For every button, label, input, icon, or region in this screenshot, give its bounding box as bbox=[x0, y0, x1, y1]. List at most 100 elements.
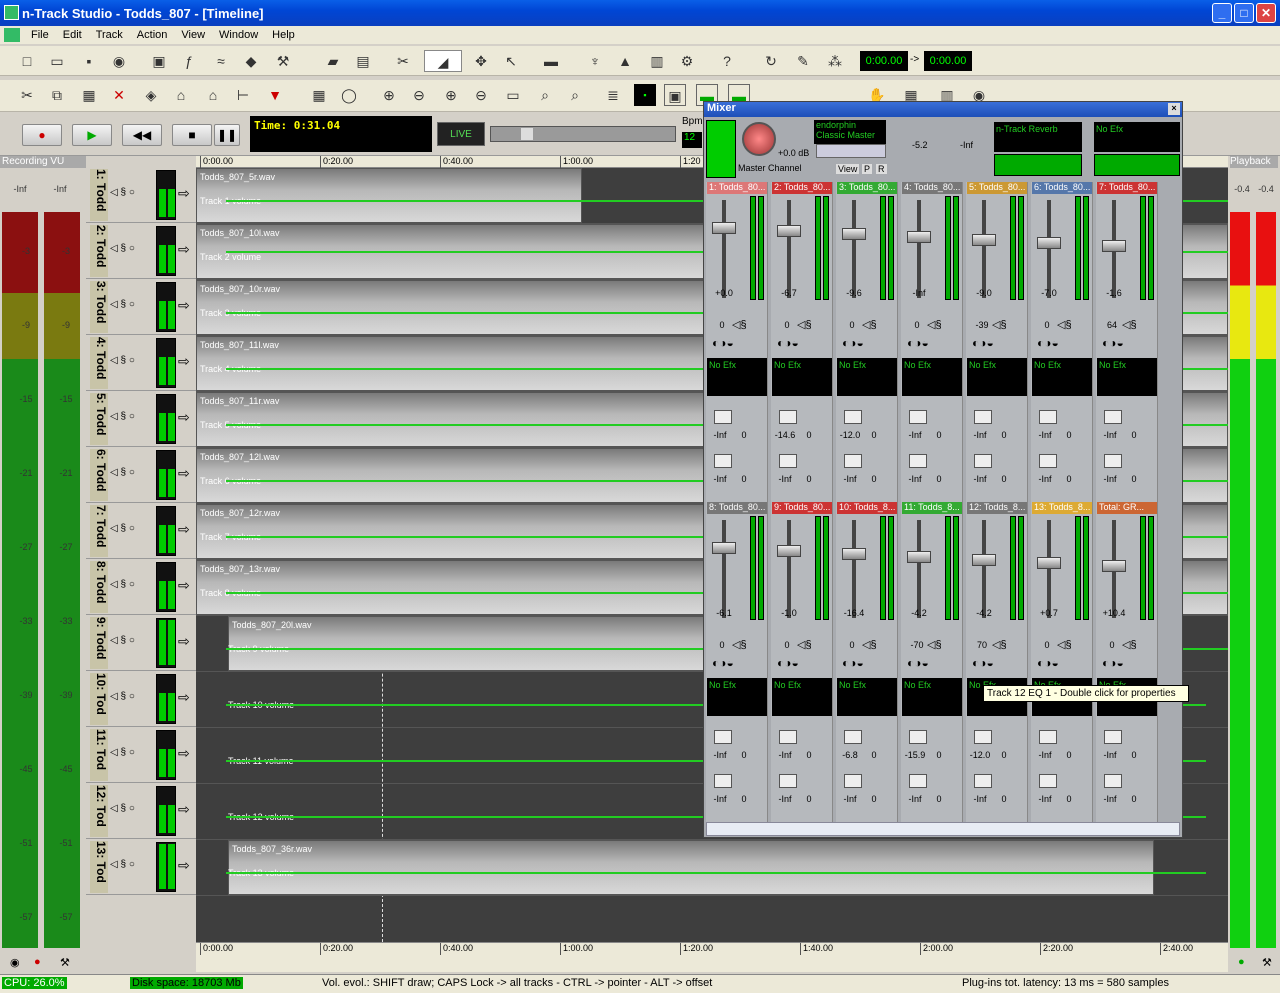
track-name[interactable]: 5: Todd bbox=[90, 393, 108, 445]
move-icon[interactable]: ✥ bbox=[470, 50, 492, 72]
track-arrow-icon[interactable]: ⇨ bbox=[178, 465, 190, 482]
aux1-send-knob[interactable] bbox=[779, 410, 797, 424]
mute-speaker-icon[interactable]: ◁§ bbox=[862, 318, 877, 331]
master-volume-knob[interactable] bbox=[742, 122, 776, 156]
solo-icon[interactable]: § bbox=[120, 243, 126, 254]
menu-track[interactable]: Track bbox=[89, 29, 130, 41]
strip-name[interactable]: 9: Todds_80... bbox=[772, 502, 832, 514]
live-button[interactable]: LIVE bbox=[437, 122, 485, 146]
mute-icon[interactable]: ○ bbox=[129, 299, 135, 310]
aux1-send-knob[interactable] bbox=[909, 730, 927, 744]
cut-icon[interactable]: ✂ bbox=[16, 84, 38, 106]
effects-slot[interactable]: No Efx bbox=[772, 678, 832, 716]
menu-action[interactable]: Action bbox=[130, 29, 175, 41]
audio-clip[interactable] bbox=[228, 840, 1154, 895]
preset-scroll[interactable] bbox=[816, 144, 886, 158]
track-header[interactable]: 7: Todd ◁ § ○ ⇨ bbox=[86, 503, 196, 559]
mute-speaker-icon[interactable]: ◁§ bbox=[732, 318, 747, 331]
print-icon[interactable]: ▤ bbox=[352, 50, 374, 72]
speaker-icon[interactable]: ◁ bbox=[110, 803, 118, 814]
track-header[interactable]: 8: Todd ◁ § ○ ⇨ bbox=[86, 559, 196, 615]
track-lane[interactable]: Todds_807_36r.wavTrack 13 volume bbox=[196, 840, 1228, 896]
eq-knobs[interactable]: ◐◑◒ bbox=[712, 336, 734, 350]
grid-icon[interactable]: ▦ bbox=[308, 84, 330, 106]
mute-speaker-icon[interactable]: ◁§ bbox=[927, 318, 942, 331]
aux1-send-knob[interactable] bbox=[844, 410, 862, 424]
solo-icon[interactable]: § bbox=[120, 635, 126, 646]
mute-icon[interactable]: ○ bbox=[129, 523, 135, 534]
aux2-send-knob[interactable] bbox=[909, 774, 927, 788]
close-button[interactable]: ✕ bbox=[1256, 3, 1276, 23]
aux2-send-knob[interactable] bbox=[1104, 774, 1122, 788]
mute-speaker-icon[interactable]: ◁§ bbox=[927, 638, 942, 651]
track-name[interactable]: 2: Todd bbox=[90, 225, 108, 277]
aux2-send-knob[interactable] bbox=[844, 774, 862, 788]
track-header[interactable]: 4: Todd ◁ § ○ ⇨ bbox=[86, 335, 196, 391]
marker-icon[interactable]: ▼ bbox=[264, 84, 286, 106]
save-icon[interactable]: ▪ bbox=[78, 50, 100, 72]
wrench-icon[interactable]: ⚙ bbox=[676, 50, 698, 72]
zoom-h-icon[interactable]: ⊕ bbox=[440, 84, 462, 106]
tools-icon[interactable]: ⚒ bbox=[272, 50, 294, 72]
track-name[interactable]: 6: Todd bbox=[90, 449, 108, 501]
eq-knobs[interactable]: ◐◑◒ bbox=[972, 656, 994, 670]
solo-icon[interactable]: § bbox=[120, 299, 126, 310]
track-name[interactable]: 11: Tod bbox=[90, 729, 108, 781]
view-button[interactable]: View bbox=[836, 164, 860, 174]
new-file-icon[interactable]: □ bbox=[16, 50, 38, 72]
solo-icon[interactable]: § bbox=[120, 355, 126, 366]
film-icon[interactable]: ▥ bbox=[646, 50, 668, 72]
zoom-out-icon[interactable]: ⊖ bbox=[408, 84, 430, 106]
mute-speaker-icon[interactable]: ◁§ bbox=[732, 638, 747, 651]
track-header[interactable]: 5: Todd ◁ § ○ ⇨ bbox=[86, 391, 196, 447]
track-header[interactable]: 10: Tod ◁ § ○ ⇨ bbox=[86, 671, 196, 727]
volume-fader[interactable] bbox=[712, 542, 736, 554]
volume-envelope[interactable] bbox=[226, 872, 1206, 874]
effects-slot[interactable]: No Efx bbox=[902, 358, 962, 396]
volume-fader[interactable] bbox=[1037, 557, 1061, 569]
strip-name[interactable]: 3: Todds_80... bbox=[837, 182, 897, 194]
effects-slot[interactable]: No Efx bbox=[837, 358, 897, 396]
solo-icon[interactable]: § bbox=[120, 747, 126, 758]
track-name[interactable]: 12: Tod bbox=[90, 785, 108, 837]
paste-icon[interactable]: ▦ bbox=[78, 84, 100, 106]
split-icon[interactable]: ✂ bbox=[392, 50, 414, 72]
volume-fader[interactable] bbox=[1102, 560, 1126, 572]
aux2-send-knob[interactable] bbox=[779, 454, 797, 468]
hammer-icon[interactable]: ⚒ bbox=[60, 956, 70, 969]
volume-fader[interactable] bbox=[777, 545, 801, 557]
r-button[interactable]: R bbox=[876, 164, 887, 174]
track-arrow-icon[interactable]: ⇨ bbox=[178, 521, 190, 538]
mute-speaker-icon[interactable]: ◁§ bbox=[797, 638, 812, 651]
menu-edit[interactable]: Edit bbox=[56, 29, 89, 41]
track-name[interactable]: 4: Todd bbox=[90, 337, 108, 389]
speaker-icon[interactable]: ◁ bbox=[110, 523, 118, 534]
speaker-icon[interactable]: ◁ bbox=[110, 355, 118, 366]
track-arrow-icon[interactable]: ⇨ bbox=[178, 689, 190, 706]
speaker-icon[interactable]: ◁ bbox=[110, 579, 118, 590]
mute-speaker-icon[interactable]: ◁§ bbox=[797, 318, 812, 331]
mute-speaker-icon[interactable]: ◁§ bbox=[1057, 638, 1072, 651]
strip-name[interactable]: 7: Todds_80... bbox=[1097, 182, 1157, 194]
help-icon[interactable]: ? bbox=[716, 50, 738, 72]
aux2-send-knob[interactable] bbox=[1104, 454, 1122, 468]
position-slider[interactable] bbox=[490, 126, 676, 142]
effects-slot[interactable]: No Efx bbox=[1097, 358, 1157, 396]
menu-file[interactable]: File bbox=[24, 29, 56, 41]
mute-icon[interactable]: ○ bbox=[129, 187, 135, 198]
speaker-icon[interactable]: ◁ bbox=[110, 859, 118, 870]
eq-knobs[interactable]: ◐◑◒ bbox=[777, 336, 799, 350]
aux2-effect[interactable]: No Efx bbox=[1094, 122, 1180, 152]
volume-fader[interactable] bbox=[842, 548, 866, 560]
volume-fader[interactable] bbox=[1037, 237, 1061, 249]
aux1-send-knob[interactable] bbox=[1104, 730, 1122, 744]
aux2-send-knob[interactable] bbox=[974, 774, 992, 788]
effects-slot[interactable]: No Efx bbox=[902, 678, 962, 716]
eq-icon[interactable]: ⁂ bbox=[824, 50, 846, 72]
loop-icon[interactable]: ↻ bbox=[760, 50, 782, 72]
strip-name[interactable]: 5: Todds_80... bbox=[967, 182, 1027, 194]
strip-name[interactable]: 12: Todds_8... bbox=[967, 502, 1027, 514]
eq-knobs[interactable]: ◐◑◒ bbox=[1102, 656, 1124, 670]
volume-fader[interactable] bbox=[842, 228, 866, 240]
speaker-icon[interactable]: ◁ bbox=[110, 691, 118, 702]
